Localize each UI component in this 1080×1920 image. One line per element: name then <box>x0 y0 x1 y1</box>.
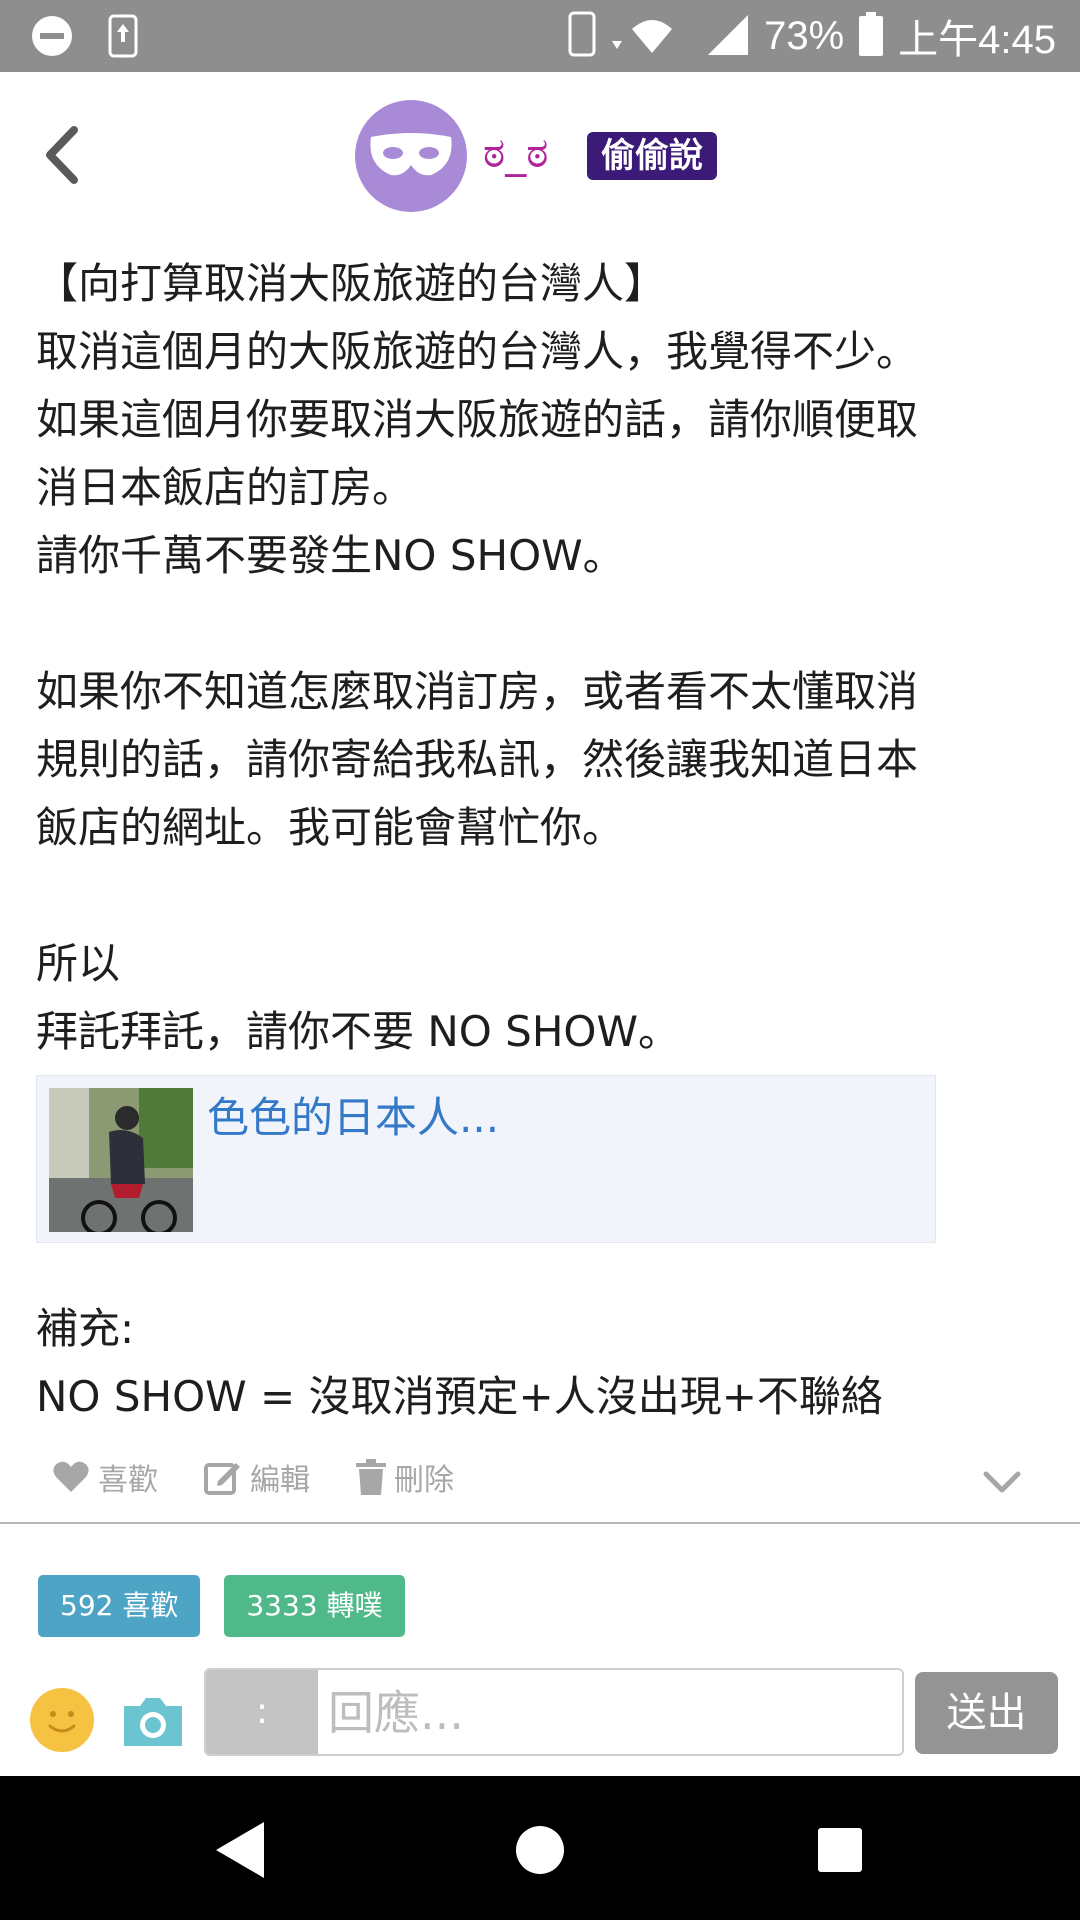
post-content: 【向打算取消大阪旅遊的台灣人】 取消這個月的大阪旅遊的台灣人，我覺得不少。 如果… <box>36 250 1036 1066</box>
post-actions: 喜歡 編輯 刪除 <box>52 1455 454 1499</box>
post-line: 如果這個月你要取消大阪旅遊的話，請你順便取 <box>36 395 919 444</box>
nav-back-button[interactable] <box>212 1820 266 1884</box>
status-bar: 73% 上午4:45 <box>0 0 1080 72</box>
trash-icon <box>356 1459 386 1495</box>
edit-icon <box>204 1463 240 1495</box>
post-line: 拜託拜託，請你不要 NO SHOW。 <box>36 1007 681 1056</box>
avatar[interactable] <box>355 100 467 212</box>
mask-icon <box>370 133 452 176</box>
post-line: 所以 <box>36 939 121 988</box>
square-recents-icon <box>818 1828 862 1872</box>
divider <box>0 1522 1080 1524</box>
like-button[interactable]: 喜歡 <box>52 1455 158 1499</box>
delete-button[interactable]: 刪除 <box>356 1455 454 1499</box>
clock: 上午4:45 <box>898 18 1056 62</box>
post-line: 規則的話，請你寄給我私訊，然後讓我知道日本 <box>36 735 919 784</box>
back-button[interactable] <box>34 120 94 190</box>
signal-icon <box>704 11 750 61</box>
post-line: 補充: <box>36 1304 135 1353</box>
more-options-button[interactable] <box>982 1470 1022 1498</box>
chevron-down-icon <box>983 1471 1021 1493</box>
username[interactable]: ಠ_ಠ <box>483 128 548 178</box>
phone-icon <box>568 11 596 61</box>
circle-home-icon <box>516 1826 564 1874</box>
post-line: 取消這個月的大阪旅遊的台灣人，我覺得不少。 <box>36 327 919 376</box>
triangle-back-icon <box>216 1822 264 1878</box>
reply-input[interactable] <box>318 1670 902 1754</box>
replurks-count-button[interactable]: 3333 轉噗 <box>224 1575 405 1637</box>
heart-icon <box>53 1461 89 1492</box>
post-line: 如果你不知道怎麼取消訂房，或者看不太懂取消 <box>36 667 919 716</box>
post-line: 飯店的網址。我可能會幫忙你。 <box>36 803 625 852</box>
camera-button[interactable] <box>120 1688 186 1752</box>
qualifier-selector[interactable]: : <box>206 1670 318 1754</box>
like-label: 喜歡 <box>98 1463 158 1498</box>
post-line: NO SHOW = 沒取消預定+人沒出現+不聯絡 <box>36 1372 883 1421</box>
link-title[interactable]: 色色的日本人... <box>207 1084 499 1145</box>
send-button[interactable]: 送出 <box>915 1672 1058 1754</box>
post-line: 請你千萬不要發生NO SHOW。 <box>36 531 625 580</box>
battery-icon <box>858 12 884 60</box>
post-line: 【向打算取消大阪旅遊的台灣人】 <box>36 259 667 308</box>
anonymous-badge: 偷偷說 <box>587 132 717 180</box>
post-supplement: 補充: NO SHOW = 沒取消預定+人沒出現+不聯絡 <box>36 1295 1036 1431</box>
link-thumbnail <box>49 1088 193 1232</box>
edit-button[interactable]: 編輯 <box>204 1455 310 1499</box>
screen-rotate-icon <box>108 14 138 62</box>
link-preview-card[interactable]: 色色的日本人... <box>36 1075 936 1243</box>
edit-label: 編輯 <box>250 1463 310 1498</box>
nav-home-button[interactable] <box>515 1820 565 1884</box>
plurk-header: ಠ_ಠ 偷偷說 <box>0 72 1080 242</box>
post-line: 消日本飯店的訂房。 <box>36 463 415 512</box>
response-counts: 592 喜歡 3333 轉噗 <box>38 1575 405 1637</box>
chevron-left-icon <box>46 126 78 184</box>
smiley-icon <box>48 1711 76 1733</box>
camera-icon <box>124 1698 182 1746</box>
reply-box: : <box>204 1668 904 1756</box>
battery-percent: 73% <box>764 13 845 58</box>
nav-recents-button[interactable] <box>816 1820 864 1884</box>
system-nav-bar <box>0 1776 1080 1920</box>
delete-label: 刪除 <box>394 1463 454 1498</box>
emoticon-button[interactable] <box>30 1688 94 1752</box>
likes-count-button[interactable]: 592 喜歡 <box>38 1575 201 1637</box>
wifi-icon <box>610 11 690 61</box>
do-not-disturb-icon <box>30 14 74 62</box>
